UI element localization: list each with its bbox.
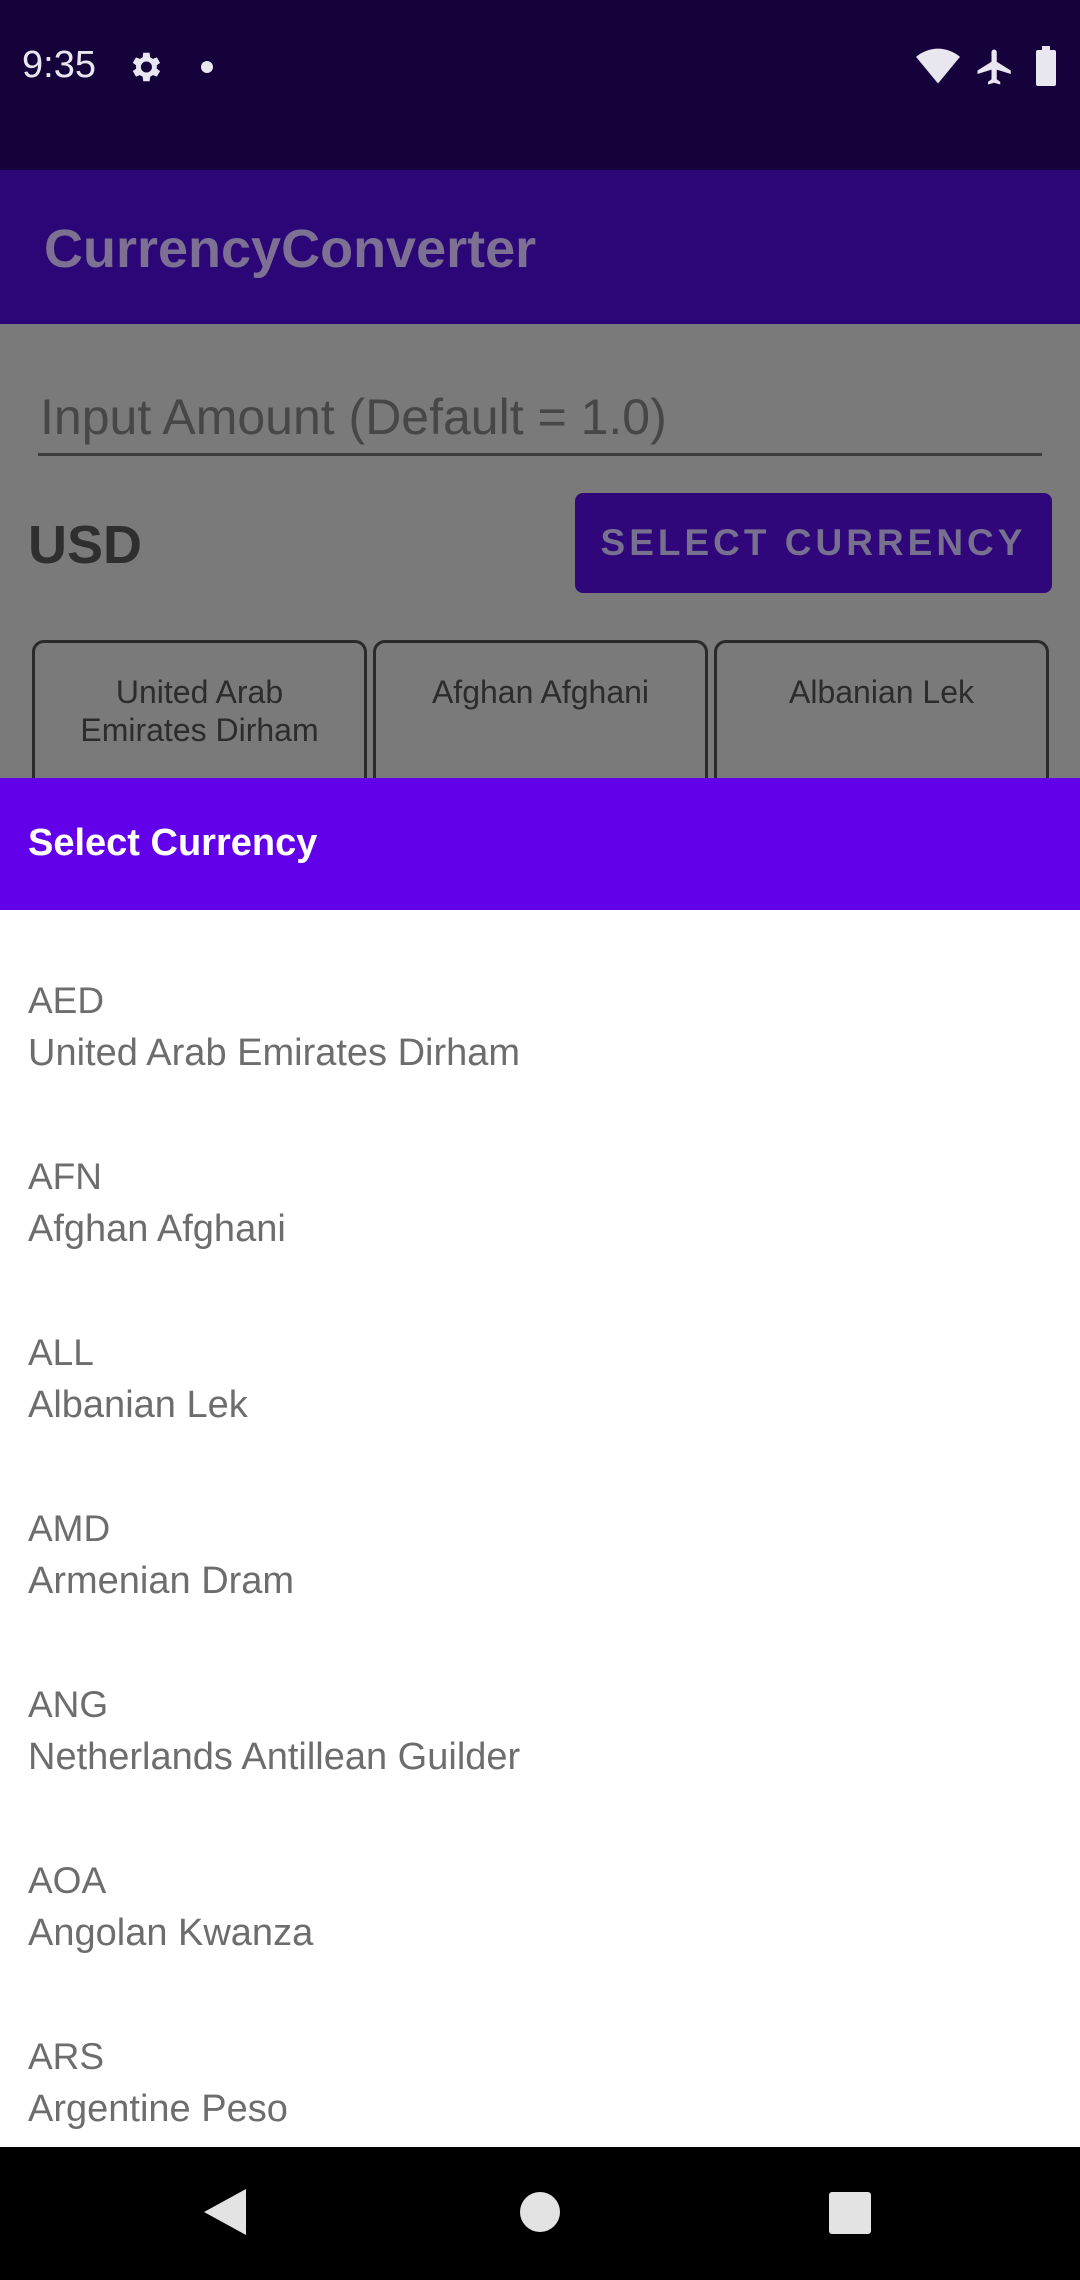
currency-code: ANG: [28, 1684, 109, 1725]
base-currency-code: USD: [28, 515, 143, 575]
recents-icon[interactable]: [829, 2192, 871, 2239]
currency-name: Armenian Dram: [28, 1560, 295, 1602]
app-bar: CurrencyConverter: [0, 170, 1080, 324]
wifi-icon: [916, 48, 960, 91]
currency-name: Argentine Peso: [28, 2088, 288, 2130]
currency-code: AOA: [28, 1860, 107, 1901]
currency-code: ALL: [28, 1332, 94, 1373]
currency-item-aoa[interactable]: AOA Angolan Kwanza: [0, 1790, 1080, 1966]
currency-name: Afghan Afghani: [28, 1208, 286, 1250]
notification-dot-icon: [200, 60, 214, 79]
currency-list[interactable]: AED United Arab Emirates Dirham AFN Afgh…: [0, 910, 1080, 2147]
amount-input[interactable]: [38, 380, 1042, 456]
currency-item-ang[interactable]: ANG Netherlands Antillean Guilder: [0, 1614, 1080, 1790]
currency-code: AFN: [28, 1156, 102, 1197]
system-nav-bar: [0, 2147, 1080, 2280]
currency-code: AMD: [28, 1508, 111, 1549]
status-bar: 9:35: [0, 0, 1080, 170]
currency-item-afn[interactable]: AFN Afghan Afghani: [0, 1086, 1080, 1262]
currency-code: AED: [28, 980, 105, 1021]
airplane-icon: [974, 46, 1016, 93]
currency-name: Angolan Kwanza: [28, 1912, 314, 1954]
currency-item-aed[interactable]: AED United Arab Emirates Dirham: [0, 910, 1080, 1086]
rate-card-label: Albanian Lek: [788, 674, 975, 710]
currency-name: Albanian Lek: [28, 1384, 248, 1426]
currency-item-all[interactable]: ALL Albanian Lek: [0, 1262, 1080, 1438]
dialog-title: Select Currency: [28, 822, 318, 864]
status-time: 9:35: [22, 44, 96, 86]
dialog-header: Select Currency: [0, 778, 1080, 910]
currency-name: United Arab Emirates Dirham: [28, 1032, 521, 1074]
converter-panel: USD SELECT CURRENCY United Arab Emirates…: [0, 324, 1080, 810]
currency-code: ARS: [28, 2036, 105, 2077]
select-currency-button[interactable]: SELECT CURRENCY: [575, 493, 1052, 593]
battery-icon: [1034, 46, 1058, 91]
currency-item-ars[interactable]: ARS Argentine Peso: [0, 1966, 1080, 2142]
back-icon[interactable]: [204, 2189, 246, 2240]
app-title: CurrencyConverter: [44, 219, 537, 279]
currency-name: Netherlands Antillean Guilder: [28, 1736, 521, 1778]
currency-item-amd[interactable]: AMD Armenian Dram: [0, 1438, 1080, 1614]
home-icon[interactable]: [519, 2191, 561, 2238]
rate-card-label: United Arab Emirates Dirham: [80, 674, 319, 748]
gear-icon: [126, 48, 164, 91]
rate-card-label: Afghan Afghani: [431, 674, 650, 710]
